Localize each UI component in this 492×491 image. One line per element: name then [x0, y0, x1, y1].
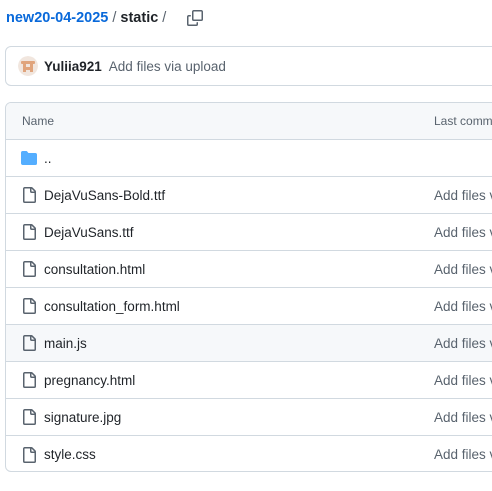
file-icon [21, 335, 37, 351]
file-name-link[interactable]: DejaVuSans-Bold.ttf [44, 188, 165, 203]
file-name-link[interactable]: consultation_form.html [44, 299, 180, 314]
column-header-name: Name [22, 114, 55, 128]
copy-icon [187, 10, 204, 26]
commit-author-link[interactable]: Yuliia921 [44, 59, 102, 74]
table-row-parent-folder[interactable]: .. [6, 140, 492, 177]
table-row[interactable]: DejaVuSans.ttf Add files v [6, 214, 492, 251]
commit-message-link[interactable]: Add files via upload [109, 59, 226, 74]
table-row[interactable]: style.css Add files v [6, 436, 492, 471]
file-icon [21, 298, 37, 314]
file-name-link[interactable]: style.css [44, 447, 96, 462]
column-header-last-commit: Last commit [434, 114, 492, 128]
file-icon [21, 446, 37, 463]
row-commit-message[interactable]: Add files v [434, 188, 492, 203]
file-icon [21, 187, 37, 203]
folder-icon [21, 150, 37, 166]
row-commit-message[interactable]: Add files v [434, 336, 492, 351]
breadcrumb-current-folder: static [120, 10, 159, 26]
table-header: Name Last commit [6, 103, 492, 140]
identicon-avatar-icon [18, 56, 38, 76]
table-row[interactable]: consultation.html Add files v [6, 251, 492, 288]
row-commit-message[interactable]: Add files v [434, 373, 492, 388]
breadcrumb-trailing-separator: / [162, 10, 167, 26]
file-icon [21, 372, 37, 388]
table-row[interactable]: DejaVuSans-Bold.ttf Add files v [6, 177, 492, 214]
file-name-link[interactable]: .. [44, 151, 52, 166]
file-name-link[interactable]: main.js [44, 336, 87, 351]
row-commit-message[interactable]: Add files v [434, 447, 492, 462]
repo-directory-page: new20-04-2025 / static / Yuliia921 Add f… [0, 0, 492, 491]
breadcrumb: new20-04-2025 / static / [6, 8, 204, 28]
row-commit-message[interactable]: Add files v [434, 225, 492, 240]
table-row-hovered[interactable]: main.js Add files v [6, 325, 492, 362]
author-avatar[interactable] [18, 56, 38, 76]
file-name-link[interactable]: signature.jpg [44, 410, 121, 425]
copy-path-button[interactable] [186, 9, 204, 27]
breadcrumb-separator: / [112, 10, 117, 26]
row-commit-message[interactable]: Add files v [434, 262, 492, 277]
latest-commit-bar: Yuliia921 Add files via upload [5, 46, 492, 86]
file-name-link[interactable]: consultation.html [44, 262, 145, 277]
file-name-link[interactable]: pregnancy.html [44, 373, 135, 388]
file-table: Name Last commit .. DejaVuSans-Bold.ttf … [5, 102, 492, 472]
file-name-link[interactable]: DejaVuSans.ttf [44, 225, 134, 240]
file-icon [21, 261, 37, 277]
file-icon [21, 409, 37, 425]
row-commit-message[interactable]: Add files v [434, 299, 492, 314]
row-commit-message[interactable]: Add files v [434, 410, 492, 425]
table-row[interactable]: consultation_form.html Add files v [6, 288, 492, 325]
table-row[interactable]: pregnancy.html Add files v [6, 362, 492, 399]
breadcrumb-repo-link[interactable]: new20-04-2025 [6, 10, 108, 26]
table-row[interactable]: signature.jpg Add files v [6, 399, 492, 436]
file-icon [21, 224, 37, 240]
